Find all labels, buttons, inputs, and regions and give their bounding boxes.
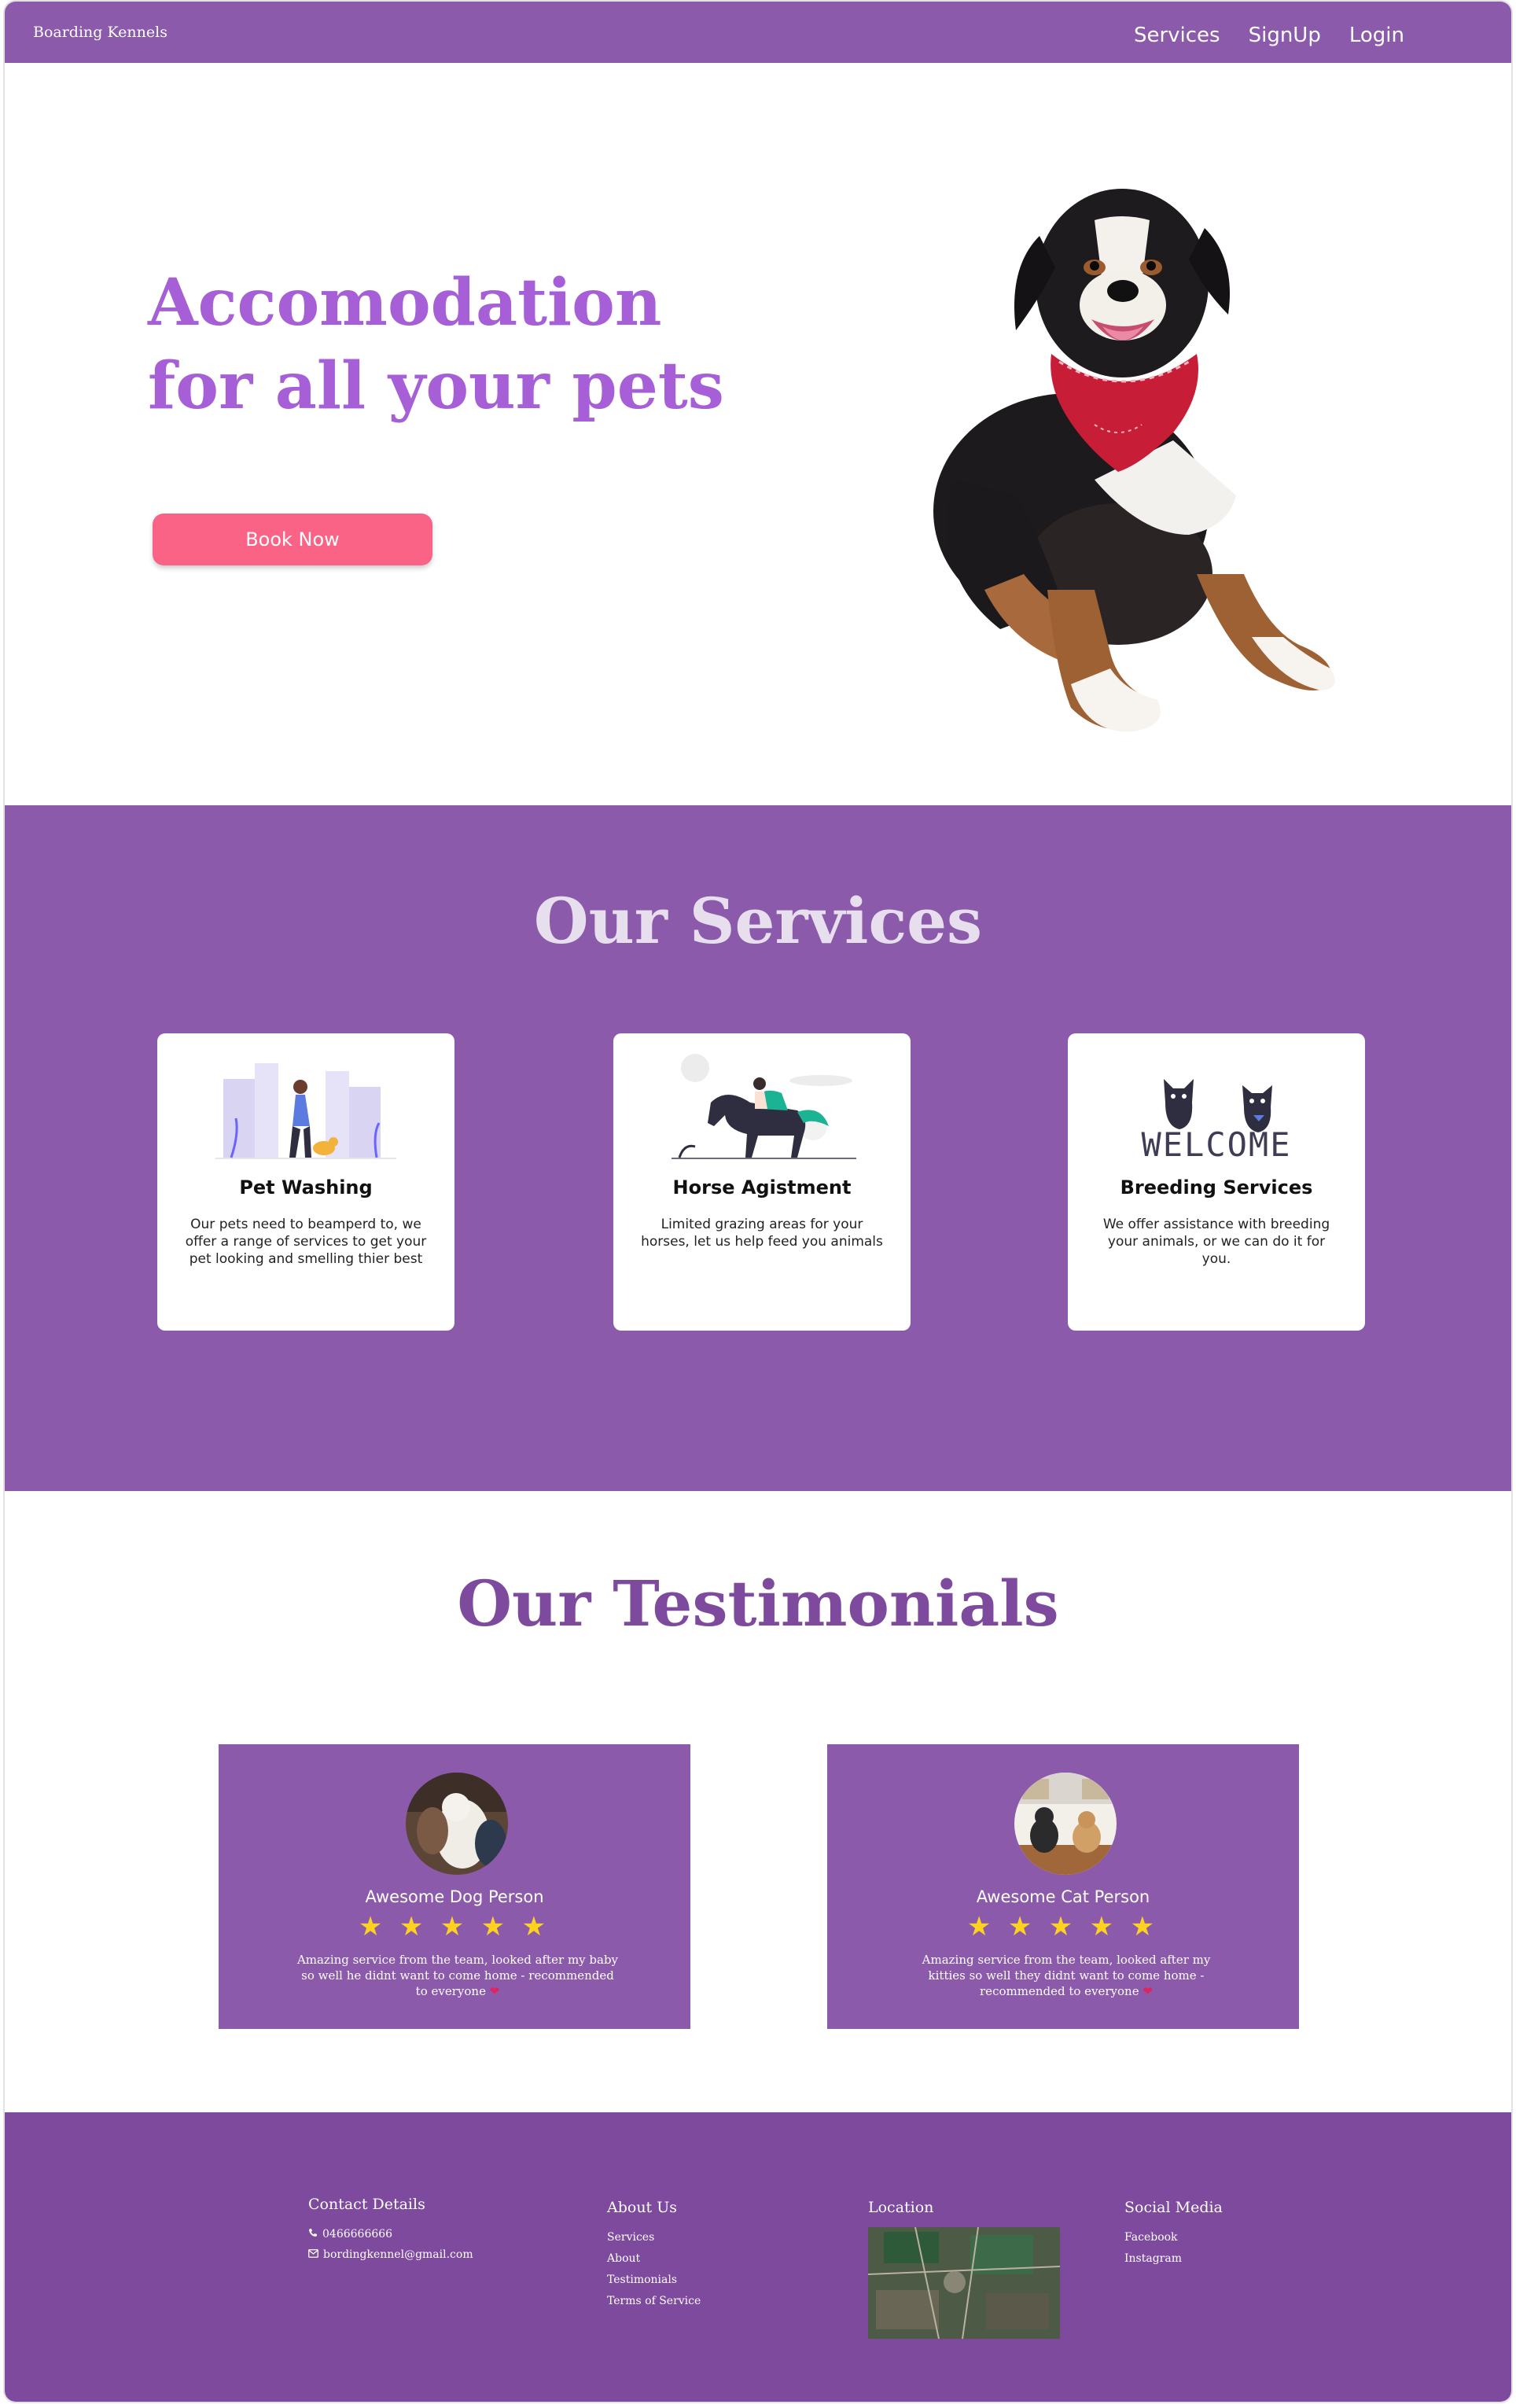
phone-icon (308, 2224, 318, 2244)
footer-social: Social Media Facebook Instagram (1124, 2199, 1223, 2270)
contact-phone[interactable]: 0466666666 (322, 2224, 392, 2244)
star-rating: ★ ★ ★ ★ ★ (966, 1912, 1160, 1942)
testimonial-card: Awesome Cat Person ★ ★ ★ ★ ★ Amazing ser… (827, 1744, 1299, 2029)
service-card-pet-washing[interactable]: Pet Washing Our pets need to beamperd to… (157, 1033, 454, 1331)
nav-signup-link[interactable]: SignUp (1249, 24, 1321, 47)
service-card-title: Breeding Services (1120, 1176, 1313, 1198)
dog-image (933, 189, 1335, 732)
testimonial-quote-text: Amazing service from the team, looked af… (922, 1953, 1211, 1998)
hero-section: Accomodation for all your pets Book Now (5, 63, 1511, 805)
footer-about: About Us Services About Testimonials Ter… (607, 2199, 701, 2312)
footer-location: Location (868, 2199, 1060, 2339)
brand-logo[interactable]: Boarding Kennels (33, 24, 167, 41)
footer-link-testimonials[interactable]: Testimonials (607, 2270, 701, 2291)
welcome-cats-illustration: WELCOME (1141, 1079, 1291, 1164)
book-now-button[interactable]: Book Now (153, 514, 432, 565)
footer-contact: Contact Details 0466666666 bordingkennel… (308, 2196, 473, 2265)
testimonial-name: Awesome Dog Person (365, 1887, 544, 1906)
page-frame: Boarding Kennels Services SignUp Login A… (3, 0, 1513, 2403)
testimonial-name: Awesome Cat Person (976, 1887, 1150, 1906)
services-title: Our Services (533, 884, 983, 958)
footer-contact-heading: Contact Details (308, 2196, 425, 2213)
service-card-text: Our pets need to beamperd to, we offer a… (185, 1217, 427, 1267)
service-card-title: Pet Washing (239, 1176, 373, 1198)
footer-about-heading: About Us (607, 2199, 677, 2216)
footer-link-services[interactable]: Services (607, 2227, 701, 2248)
testimonials-section: Our Testimonials Awesome Dog Person ★ ★ … (5, 1491, 1511, 2112)
testimonial-quote: Amazing service from the team, looked af… (903, 1952, 1230, 1999)
nav-services-link[interactable]: Services (1134, 24, 1220, 47)
star-rating: ★ ★ ★ ★ ★ (358, 1912, 551, 1942)
nav-login-link[interactable]: Login (1349, 24, 1404, 47)
navbar: Boarding Kennels Services SignUp Login (5, 2, 1511, 63)
footer-link-about[interactable]: About (607, 2248, 701, 2270)
testimonials-title: Our Testimonials (457, 1567, 1059, 1640)
pet-washing-illustration (215, 1063, 396, 1159)
heart-icon: ❤ (1143, 1984, 1153, 1998)
service-card-text: We offer assistance with breeding your a… (1102, 1217, 1330, 1267)
contact-email-row: bordingkennel@gmail.com (308, 2244, 473, 2265)
contact-email[interactable]: bordingkennel@gmail.com (323, 2244, 473, 2265)
testimonial-quote-text: Amazing service from the team, looked af… (296, 1953, 619, 1998)
footer-location-heading: Location (868, 2199, 934, 2216)
contact-phone-row: 0466666666 (308, 2224, 473, 2244)
hero-title: Accomodation for all your pets (148, 265, 724, 424)
footer-social-heading: Social Media (1124, 2199, 1223, 2216)
facebook-link[interactable]: Facebook (1124, 2227, 1223, 2248)
service-card-title: Horse Agistment (672, 1176, 852, 1198)
testimonial-card: Awesome Dog Person ★ ★ ★ ★ ★ Amazing ser… (219, 1744, 690, 2029)
testimonial-quote: Amazing service from the team, looked af… (294, 1952, 621, 1999)
instagram-link[interactable]: Instagram (1124, 2248, 1223, 2270)
footer-link-terms[interactable]: Terms of Service (607, 2291, 701, 2312)
envelope-icon (308, 2244, 318, 2265)
service-card-horse-agistment[interactable]: Horse Agistment Limited grazing areas fo… (613, 1033, 911, 1331)
service-card-text: Limited grazing areas for your horses, l… (641, 1217, 883, 1250)
footer: Contact Details 0466666666 bordingkennel… (5, 2112, 1511, 2402)
heart-icon: ❤ (489, 1984, 500, 1998)
welcome-text: WELCOME (1141, 1125, 1291, 1164)
nav-links: Services SignUp Login (1134, 24, 1404, 47)
avatar (406, 1773, 508, 1875)
services-section: Our Services Pet Washing Our pets need t… (5, 805, 1511, 1491)
location-map[interactable] (868, 2227, 1060, 2339)
horse-illustration (672, 1054, 856, 1159)
service-card-breeding[interactable]: WELCOME Breeding Services We offer assis… (1068, 1033, 1365, 1331)
avatar (1014, 1773, 1117, 1875)
